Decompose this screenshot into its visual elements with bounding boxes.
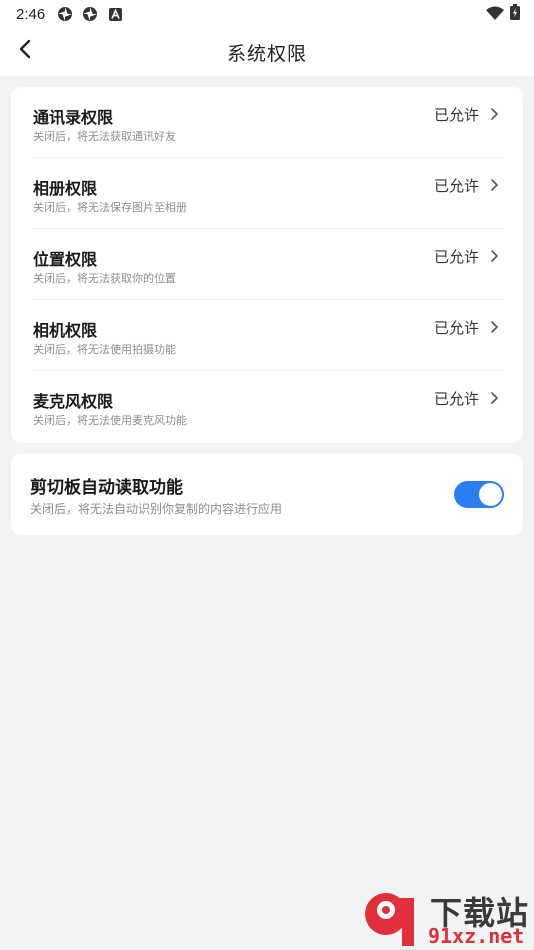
chevron-right-icon [489,390,501,404]
permission-name: 相册权限 [33,179,98,198]
a-letter-icon [107,6,123,22]
chevron-right-icon [489,106,501,120]
permission-status: 已允许 [433,390,479,408]
permission-status: 已允许 [433,106,479,124]
permission-row-album[interactable]: 相册权限 关闭后，将无法保存图片至相册 已允许 [33,158,503,229]
watermark-site: 91xz.net [428,924,525,948]
permission-row-microphone[interactable]: 麦克风权限 关闭后，将无法使用麦克风功能 已允许 [33,371,503,442]
app-badge-icon [57,6,73,22]
back-button[interactable] [10,36,40,66]
status-bar: 2:46 [0,0,534,28]
permission-name: 位置权限 [33,250,98,269]
clipboard-toggle[interactable] [454,481,504,508]
permission-row-location[interactable]: 位置权限 关闭后，将无法获取你的位置 已允许 [33,229,503,300]
chevron-right-icon [489,319,501,333]
app-header: 系统权限 [0,28,534,76]
permission-desc: 关闭后，将无法获取通讯好友 [33,130,176,143]
permission-status: 已允许 [433,319,479,337]
permission-desc: 关闭后，将无法保存图片至相册 [33,201,187,214]
chevron-left-icon [18,39,32,63]
chevron-right-icon [489,177,501,191]
clipboard-card: 剪切板自动读取功能 关闭后，将无法自动识别你复制的内容进行应用 [11,454,523,535]
permission-row-camera[interactable]: 相机权限 关闭后，将无法使用拍摄功能 已允许 [33,300,503,371]
clipboard-title: 剪切板自动读取功能 [30,478,183,498]
page-title: 系统权限 [226,42,307,65]
permission-desc: 关闭后，将无法使用麦克风功能 [33,414,187,427]
clipboard-desc: 关闭后，将无法自动识别你复制的内容进行应用 [30,502,283,516]
permission-name: 麦克风权限 [33,392,114,411]
chevron-right-icon [489,248,501,262]
permission-name: 通讯录权限 [33,108,114,127]
permission-status: 已允许 [433,248,479,266]
permission-desc: 关闭后，将无法使用拍摄功能 [33,343,176,356]
permission-status: 已允许 [433,177,479,195]
watermark: 下载站 91xz.net [362,888,532,948]
permission-name: 相机权限 [33,321,98,340]
wifi-icon [486,5,504,24]
toggle-knob [479,483,502,506]
battery-icon [510,4,520,24]
permission-row-contacts[interactable]: 通讯录权限 关闭后，将无法获取通讯好友 已允许 [33,87,503,158]
watermark-logo-icon [365,893,414,946]
status-time: 2:46 [16,5,46,23]
app-badge-icon [82,6,98,22]
permissions-card: 通讯录权限 关闭后，将无法获取通讯好友 已允许 相册权限 关闭后，将无法保存图片… [11,87,523,443]
permission-desc: 关闭后，将无法获取你的位置 [33,272,176,285]
